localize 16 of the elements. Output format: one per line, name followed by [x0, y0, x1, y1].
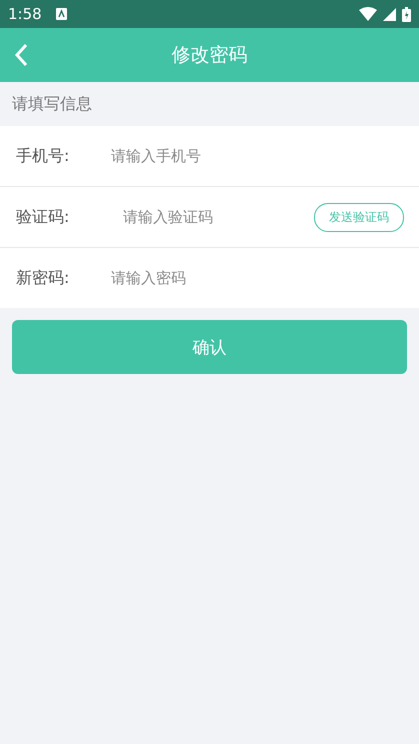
page-title: 修改密码 — [172, 43, 248, 68]
field-label: 手机号: — [16, 146, 70, 166]
battery-icon — [402, 6, 411, 22]
input-field[interactable]: 请输入密码 — [111, 269, 404, 287]
field-label: 验证码: — [16, 206, 70, 228]
notification-icon — [56, 8, 67, 20]
signal-icon — [383, 8, 396, 20]
send-code-button[interactable]: 发送验证码 — [314, 202, 404, 232]
back-button[interactable] — [12, 41, 30, 69]
status-time: 1:58 — [8, 5, 42, 23]
wifi-icon — [359, 7, 377, 21]
confirm-button[interactable]: 确认 — [12, 320, 407, 374]
section-label: 请填写信息 — [11, 92, 93, 114]
input-field[interactable]: 请输入验证码 — [123, 208, 314, 226]
input-field[interactable]: 请输入手机号 — [111, 147, 404, 165]
field-label: 新密码: — [16, 268, 70, 288]
